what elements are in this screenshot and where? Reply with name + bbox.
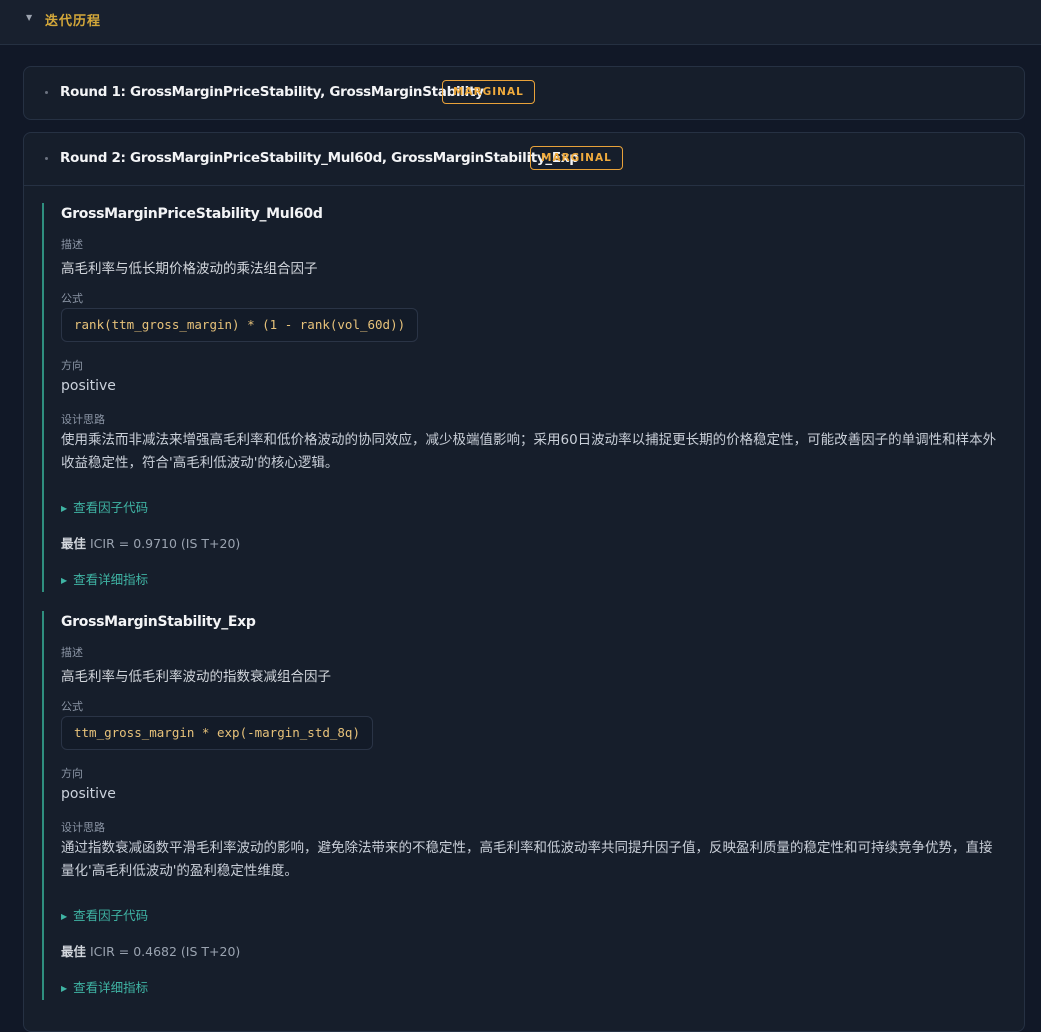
- bullet-icon: [45, 157, 48, 160]
- bullet-icon: [45, 91, 48, 94]
- round-2-status-badge: MARGINAL: [530, 146, 623, 170]
- direction-label: 方向: [61, 767, 83, 780]
- formula-code: rank(ttm_gross_margin) * (1 - rank(vol_6…: [61, 308, 419, 342]
- round-2-title: Round 2: GrossMarginPriceStability_Mul60…: [60, 150, 579, 166]
- direction-label: 方向: [61, 359, 83, 372]
- rationale-text: 使用乘法而非减法来增强高毛利率和低价格波动的协同效应，减少极端值影响；采用60日…: [61, 432, 997, 471]
- formula-label: 公式: [61, 700, 83, 713]
- description-label: 描述: [61, 238, 83, 251]
- round-card-2: Round 2: GrossMarginPriceStability_Mul60…: [23, 132, 1025, 1032]
- view-detailed-metrics-toggle[interactable]: ▶ 查看详细指标: [61, 977, 148, 996]
- view-factor-code-toggle[interactable]: ▶ 查看因子代码: [61, 905, 148, 924]
- round-1-status-badge: MARGINAL: [442, 80, 535, 104]
- formula-label: 公式: [61, 292, 83, 305]
- triangle-right-icon: ▶: [61, 912, 68, 921]
- description-text: 高毛利率与低毛利率波动的指数衰减组合因子: [61, 669, 331, 685]
- rationale-label: 设计思路: [61, 413, 105, 426]
- best-value: ICIR = 0.4682 (IS T+20): [90, 944, 241, 959]
- formula-code: ttm_gross_margin * exp(-margin_std_8q): [61, 716, 373, 750]
- view-detailed-metrics-toggle[interactable]: ▶ 查看详细指标: [61, 569, 148, 588]
- factor-card: GrossMarginPriceStability_Mul60d 描述 高毛利率…: [42, 203, 1002, 592]
- toggle-label: 查看详细指标: [73, 572, 149, 587]
- best-metric: 最佳 ICIR = 0.4682 (IS T+20): [61, 941, 240, 960]
- triangle-right-icon: ▶: [61, 576, 68, 585]
- direction-value: positive: [61, 378, 116, 394]
- caret-down-icon: ▼: [26, 13, 33, 22]
- toggle-label: 查看因子代码: [73, 908, 149, 923]
- round-2-header[interactable]: Round 2: GrossMarginPriceStability_Mul60…: [24, 133, 1024, 186]
- round-1-header[interactable]: Round 1: GrossMarginPriceStability, Gros…: [24, 67, 1024, 120]
- best-prefix: 最佳: [61, 944, 87, 959]
- round-1-title: Round 1: GrossMarginPriceStability, Gros…: [60, 84, 484, 100]
- direction-value: positive: [61, 786, 116, 802]
- rationale-label: 设计思路: [61, 821, 105, 834]
- best-metric: 最佳 ICIR = 0.9710 (IS T+20): [61, 533, 240, 552]
- toggle-label: 查看详细指标: [73, 980, 149, 995]
- view-factor-code-toggle[interactable]: ▶ 查看因子代码: [61, 497, 148, 516]
- best-value: ICIR = 0.9710 (IS T+20): [90, 536, 241, 551]
- section-title: 迭代历程: [45, 14, 102, 29]
- best-prefix: 最佳: [61, 536, 87, 551]
- toggle-label: 查看因子代码: [73, 500, 149, 515]
- round-card-1: Round 1: GrossMarginPriceStability, Gros…: [23, 66, 1025, 120]
- triangle-right-icon: ▶: [61, 984, 68, 993]
- factor-name: GrossMarginPriceStability_Mul60d: [61, 206, 323, 222]
- description-label: 描述: [61, 646, 83, 659]
- rationale-text: 通过指数衰减函数平滑毛利率波动的影响，避免除法带来的不稳定性，高毛利率和低波动率…: [61, 840, 993, 879]
- factor-card: GrossMarginStability_Exp 描述 高毛利率与低毛利率波动的…: [42, 611, 1002, 1000]
- iteration-history-header[interactable]: ▼ 迭代历程: [0, 0, 1041, 45]
- triangle-right-icon: ▶: [61, 504, 68, 513]
- description-text: 高毛利率与低长期价格波动的乘法组合因子: [61, 261, 318, 277]
- factor-name: GrossMarginStability_Exp: [61, 614, 256, 630]
